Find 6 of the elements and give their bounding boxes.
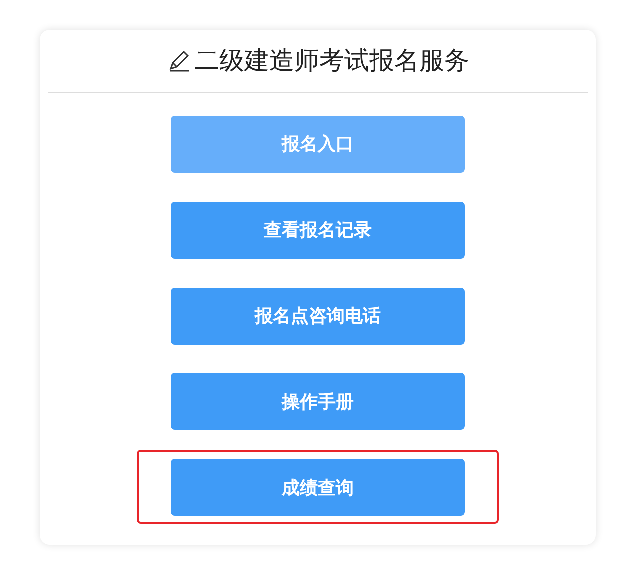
menu-button[interactable]: 成绩查询	[171, 459, 465, 516]
menu-button[interactable]: 查看报名记录	[171, 202, 465, 259]
menu-button[interactable]: 操作手册	[171, 373, 465, 430]
menu-button[interactable]: 报名入口	[171, 116, 465, 173]
page-title: 二级建造师考试报名服务	[194, 45, 470, 78]
menu-button[interactable]: 报名点咨询电话	[171, 288, 465, 345]
